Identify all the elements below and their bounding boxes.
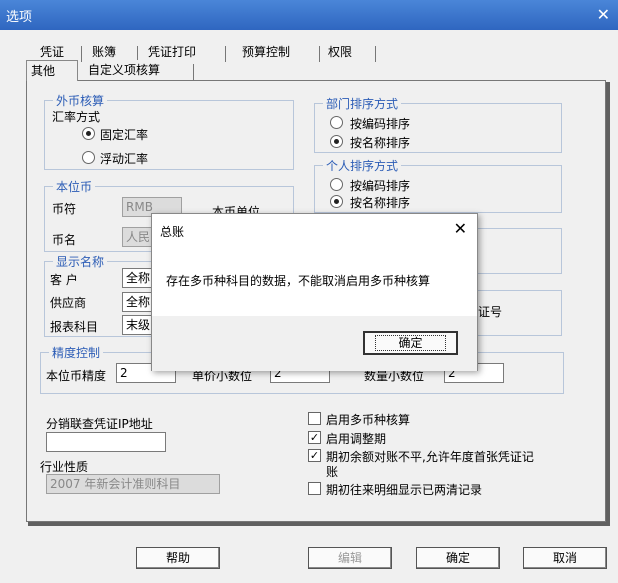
opening-balance-checkbox[interactable]: ✓ [308, 449, 321, 462]
group-legend: 部门排序方式 [323, 95, 402, 112]
alert-footer: 确定 [152, 316, 477, 371]
rate-mode-label: 汇率方式 [52, 110, 101, 124]
person-sort-code-label: 按编码排序 [350, 179, 411, 193]
help-button[interactable]: 帮助 [136, 547, 220, 569]
alert-ok-label: 确定 [375, 335, 446, 351]
industry-field[interactable]: 2007 年新会计准则科目 [46, 474, 220, 494]
tab-label: 其他 [31, 64, 56, 78]
tab-label: 凭证打印 [148, 45, 197, 59]
alert-message: 存在多币种科目的数据，不能取消启用多币种核算 [166, 274, 431, 288]
group-legend: 个人排序方式 [323, 157, 402, 174]
fixed-rate-radio[interactable] [82, 127, 95, 140]
dept-sort-code-radio[interactable] [330, 116, 343, 129]
ip-address-field[interactable] [46, 432, 166, 452]
ok-button[interactable]: 确定 [416, 547, 500, 569]
tab-label: 账簿 [92, 45, 117, 59]
opening-balance-label: 期初余额对账不平,允许年度首张凭证记 [326, 450, 534, 464]
ip-address-label: 分销联查凭证IP地址 [46, 417, 153, 431]
tab-other[interactable]: 其他 [26, 60, 78, 81]
adjust-period-checkbox[interactable]: ✓ [308, 431, 321, 444]
dept-sort-name-label: 按名称排序 [350, 136, 411, 150]
general-ledger-alert: 总账 ✕ 存在多币种科目的数据，不能取消启用多币种核算 确定 [151, 213, 478, 371]
edit-button[interactable]: 编辑 [308, 547, 392, 569]
adjust-period-label: 启用调整期 [326, 432, 387, 446]
industry-label: 行业性质 [40, 460, 89, 474]
fixed-rate-label: 固定汇率 [100, 128, 149, 142]
floating-rate-radio[interactable] [82, 151, 95, 164]
base-precision-label: 本位币精度 [46, 369, 107, 383]
title-bar: 选项 ✕ [0, 0, 618, 30]
group-legend: 外币核算 [53, 92, 108, 109]
voucher-no-label: 证号 [478, 305, 503, 319]
dept-sort-name-radio[interactable] [330, 135, 343, 148]
close-icon[interactable]: ✕ [597, 5, 610, 24]
person-sort-name-label: 按名称排序 [350, 196, 411, 210]
currency-name-label: 币名 [52, 233, 77, 247]
panel-shadow [606, 82, 610, 524]
dept-sort-code-label: 按编码排序 [350, 117, 411, 131]
group-legend: 显示名称 [53, 253, 108, 270]
cleared-records-label: 期初往来明细显示已两清记录 [326, 483, 483, 497]
tab-budget-control[interactable]: 预算控制 [238, 42, 320, 64]
panel-shadow [28, 522, 610, 526]
group-legend: 本位币 [53, 178, 96, 195]
alert-ok-button[interactable]: 确定 [363, 331, 458, 355]
tab-label: 自定义项核算 [88, 63, 161, 77]
cancel-button[interactable]: 取消 [523, 547, 607, 569]
tab-label: 权限 [328, 45, 353, 59]
tab-label: 预算控制 [242, 45, 291, 59]
person-sort-name-radio[interactable] [330, 195, 343, 208]
window-title: 选项 [6, 10, 33, 25]
group-legend: 精度控制 [49, 344, 104, 361]
person-sort-code-radio[interactable] [330, 178, 343, 191]
cleared-records-checkbox[interactable] [308, 482, 321, 495]
close-icon[interactable]: ✕ [454, 219, 467, 238]
currency-symbol-label: 币符 [52, 202, 77, 216]
tab-label: 凭证 [40, 45, 65, 59]
tab-custom-item[interactable]: 自定义项核算 [84, 60, 194, 82]
floating-rate-label: 浮动汇率 [100, 152, 149, 166]
customer-label: 客 户 [50, 273, 78, 287]
tab-permission[interactable]: 权限 [324, 42, 376, 64]
report-subject-label: 报表科目 [50, 320, 99, 334]
multi-currency-checkbox[interactable] [308, 412, 321, 425]
supplier-label: 供应商 [50, 296, 87, 310]
multi-currency-label: 启用多币种核算 [326, 413, 411, 427]
alert-title: 总账 [160, 225, 185, 239]
opening-balance-label-cont: 账 [326, 465, 339, 479]
